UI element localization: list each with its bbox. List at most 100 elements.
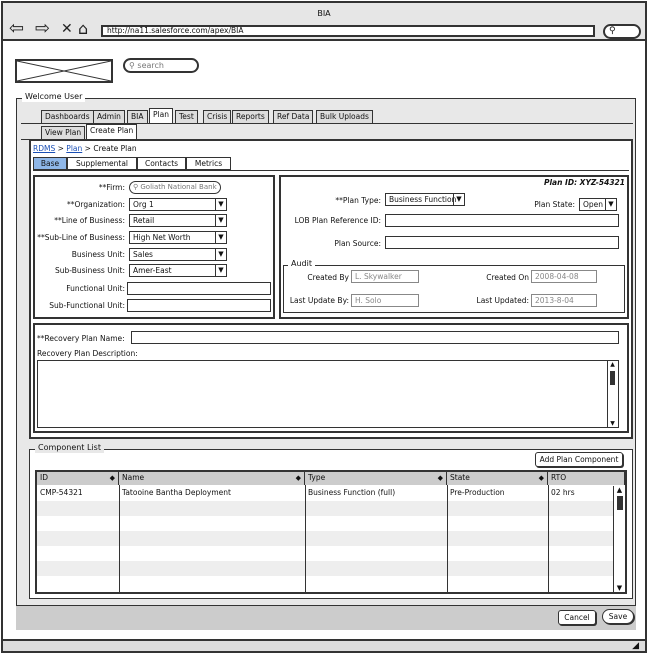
recovery-name-label: **Recovery Plan Name:: [37, 334, 125, 343]
table-row[interactable]: [37, 546, 623, 561]
tab-reports[interactable]: Reports: [232, 110, 269, 123]
sublob-select[interactable]: High Net Worth ▼: [129, 231, 227, 244]
component-list-legend: Component List: [35, 443, 104, 453]
chevron-down-icon: ▼: [215, 265, 226, 276]
plan-state-select[interactable]: Open ▼: [579, 198, 617, 211]
add-plan-component-button[interactable]: Add Plan Component: [535, 452, 623, 467]
recovery-name-input[interactable]: [131, 331, 619, 344]
sort-icon[interactable]: ◆: [296, 472, 301, 484]
table-row[interactable]: [37, 531, 623, 546]
resize-grip-icon[interactable]: ◢: [632, 641, 639, 651]
sublob-value: High Net Worth: [133, 233, 191, 242]
column-header-state[interactable]: State ◆: [447, 472, 548, 485]
plan-type-select[interactable]: Business Function ▼: [385, 193, 465, 206]
created-on-field: 2008-04-08: [531, 270, 597, 283]
section-tab-base[interactable]: Base: [33, 157, 67, 170]
chevron-down-icon: ▼: [215, 215, 226, 226]
column-header-type[interactable]: Type ◆: [305, 472, 447, 485]
scroll-thumb[interactable]: [617, 496, 623, 510]
back-icon[interactable]: ⇦: [9, 20, 24, 38]
tab-ref-data[interactable]: Ref Data: [273, 110, 314, 123]
scroll-thumb[interactable]: [610, 371, 615, 385]
sort-icon[interactable]: ◆: [110, 472, 115, 484]
bu-label: Business Unit:: [71, 250, 125, 259]
column-header-rto[interactable]: RTO: [548, 472, 625, 485]
grid-scrollbar[interactable]: ▲ ▼: [613, 486, 625, 592]
table-row[interactable]: [37, 561, 623, 576]
scroll-up-icon[interactable]: ▲: [608, 361, 617, 368]
subtab-view-plan[interactable]: View Plan: [41, 126, 86, 139]
scroll-down-icon[interactable]: ▼: [614, 584, 625, 592]
breadcrumb-sep: >: [84, 144, 91, 153]
plan-source-input[interactable]: [385, 236, 619, 249]
sfu-input[interactable]: [127, 299, 271, 312]
sbu-label: Sub-Business Unit:: [55, 266, 125, 275]
action-bar: [16, 605, 636, 630]
bu-select[interactable]: Sales ▼: [129, 248, 227, 261]
created-on-label: Created On: [486, 273, 529, 282]
table-cell: Tatooine Bantha Deployment: [122, 488, 231, 497]
forward-icon[interactable]: ⇨: [35, 20, 50, 38]
tab-admin[interactable]: Admin: [93, 110, 125, 123]
breadcrumb-rdms[interactable]: RDMS: [33, 144, 55, 153]
section-tab-supplemental[interactable]: Supplemental: [67, 157, 137, 170]
logo: [15, 59, 113, 83]
column-header-id[interactable]: ID ◆: [37, 472, 119, 485]
tab-test[interactable]: Test: [175, 110, 198, 123]
desc-scrollbar[interactable]: ▲ ▼: [607, 361, 617, 427]
scroll-down-icon[interactable]: ▼: [608, 420, 617, 427]
section-tab-metrics[interactable]: Metrics: [186, 157, 231, 170]
org-select[interactable]: Org 1 ▼: [129, 198, 227, 211]
chevron-down-icon: ▼: [453, 194, 464, 205]
firm-label: **Firm:: [98, 183, 125, 192]
fu-input[interactable]: [127, 282, 271, 295]
search-input[interactable]: ⚲ search: [123, 58, 199, 73]
component-grid: ID ◆ Name ◆ Type ◆ State ◆ RTO CMP-54321 Tatooine …: [35, 470, 627, 594]
stop-icon[interactable]: ✕: [61, 20, 73, 38]
breadcrumb: RDMS > Plan > Create Plan: [33, 144, 137, 153]
column-header-name[interactable]: Name ◆: [119, 472, 305, 485]
chevron-down-icon: ▼: [215, 199, 226, 210]
url-bar[interactable]: http://na11.salesforce.com/apex/BIA: [101, 25, 595, 37]
recovery-desc-label: Recovery Plan Description:: [37, 349, 138, 358]
lob-label: **Line of Business:: [54, 216, 125, 225]
tab-dashboards[interactable]: Dashboards: [41, 110, 94, 123]
firm-lookup[interactable]: ⚲ Goliath National Bank: [129, 181, 221, 194]
sort-icon[interactable]: ◆: [539, 472, 544, 484]
cancel-button[interactable]: Cancel: [558, 610, 596, 625]
sbu-select[interactable]: Amer-East ▼: [129, 264, 227, 277]
lookup-icon: ⚲: [133, 183, 139, 191]
table-row[interactable]: [37, 501, 623, 516]
tab-plan[interactable]: Plan: [149, 108, 173, 123]
breadcrumb-sep: >: [57, 144, 64, 153]
recovery-desc-textarea[interactable]: [37, 360, 619, 428]
sort-icon[interactable]: ◆: [438, 472, 443, 484]
lob-select[interactable]: Retail ▼: [129, 214, 227, 227]
browser-search-icon[interactable]: ⚲: [603, 24, 641, 39]
table-row[interactable]: [37, 576, 623, 591]
last-updated-label: Last Updated:: [476, 296, 529, 305]
table-row[interactable]: CMP-54321 Tatooine Bantha Deployment Busin…: [37, 486, 623, 501]
last-updated-field: 2013-8-04: [531, 294, 597, 307]
column-divider: [447, 485, 448, 592]
lob-ref-input[interactable]: [385, 214, 619, 227]
tab-crisis[interactable]: Crisis: [203, 110, 232, 123]
home-icon[interactable]: ⌂: [78, 20, 88, 38]
subtab-create-plan[interactable]: Create Plan: [86, 124, 138, 139]
tab-bulk-uploads[interactable]: Bulk Uploads: [316, 110, 373, 123]
plan-type-value: Business Function: [389, 195, 457, 204]
breadcrumb-plan[interactable]: Plan: [66, 144, 82, 153]
lob-value: Retail: [133, 216, 155, 225]
save-button[interactable]: Save: [602, 609, 634, 624]
column-divider: [119, 485, 120, 592]
table-row[interactable]: [37, 516, 623, 531]
table-cell: Pre-Production: [450, 488, 505, 497]
scroll-up-icon[interactable]: ▲: [614, 486, 625, 494]
sfu-label: Sub-Functional Unit:: [49, 301, 125, 310]
section-tab-contacts[interactable]: Contacts: [137, 157, 186, 170]
browser-titlebar: BIA ⇦ ⇨ ✕ ⌂ http://na11.salesforce.com/a…: [3, 3, 645, 41]
firm-value: Goliath National Bank: [140, 183, 217, 191]
logo-placeholder-icon: [16, 60, 112, 82]
updated-by-label: Last Update By:: [289, 296, 349, 305]
tab-bia[interactable]: BIA: [127, 110, 148, 123]
